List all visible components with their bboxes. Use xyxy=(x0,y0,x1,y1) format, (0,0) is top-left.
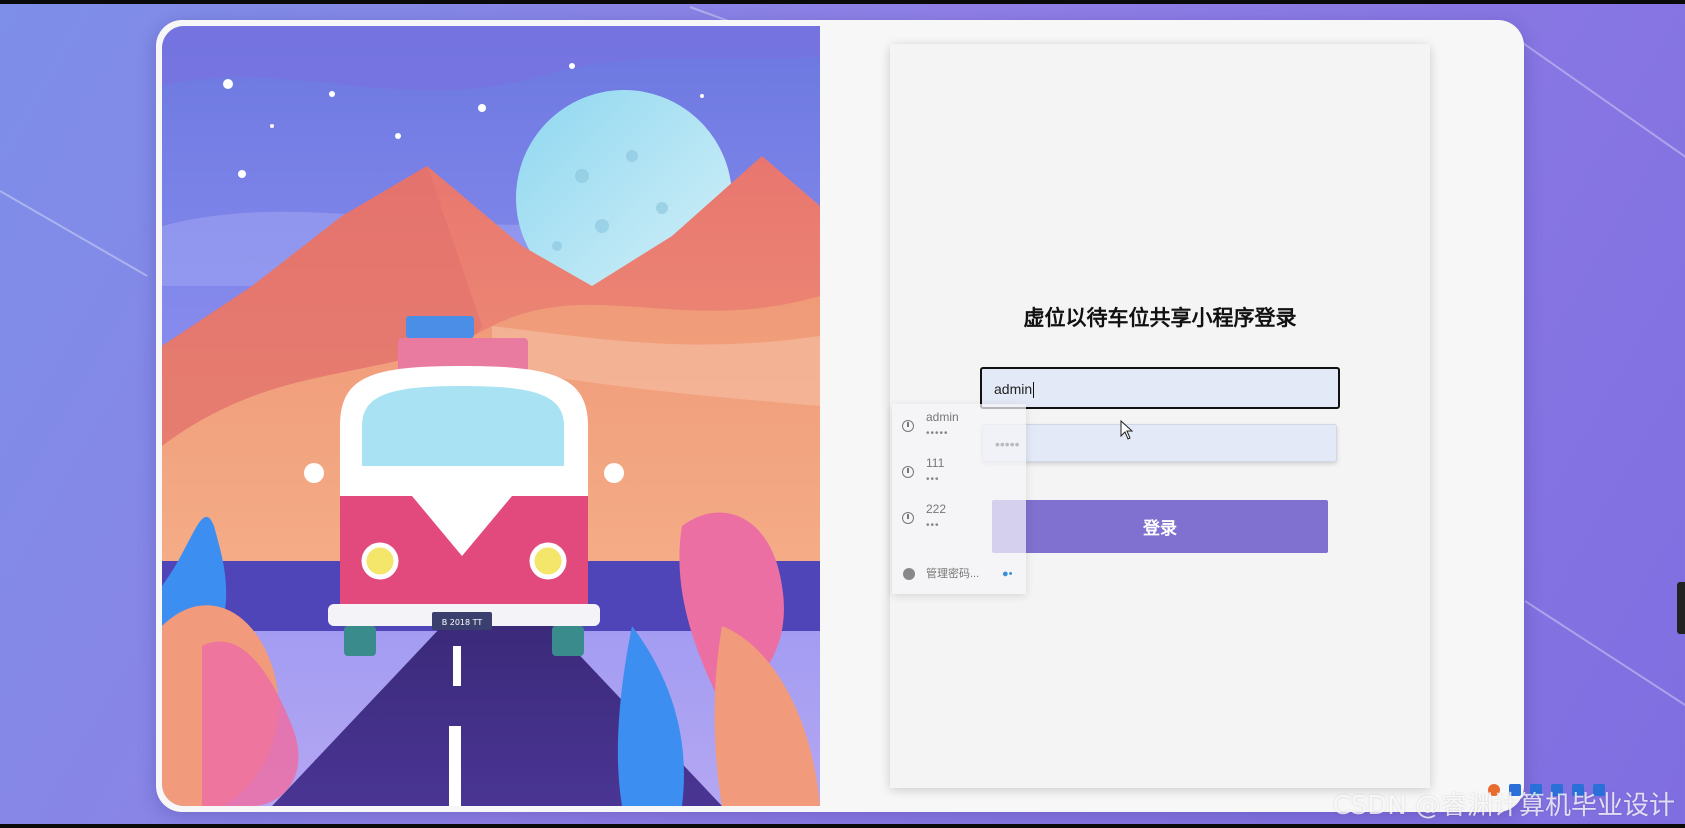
side-scroll-handle[interactable] xyxy=(1677,582,1685,634)
star xyxy=(395,133,401,139)
illustration-svg: B 2018 TT xyxy=(162,26,820,806)
van-plate-text: B 2018 TT xyxy=(442,618,483,627)
van-headlight xyxy=(529,542,567,580)
manage-passwords-icon xyxy=(903,568,915,580)
autofill-item[interactable]: admin ••••• xyxy=(892,404,1026,452)
autofill-password: ••• xyxy=(926,520,940,531)
illustration-van-night-road: B 2018 TT xyxy=(162,26,820,806)
top-screen-edge xyxy=(0,0,1685,4)
autofill-username: admin xyxy=(926,410,959,424)
password-input[interactable]: ••••• xyxy=(982,424,1337,462)
page-title: 虚位以待车位共享小程序登录 xyxy=(1023,306,1297,330)
van-mirror xyxy=(604,463,624,483)
bottom-screen-edge xyxy=(0,824,1685,828)
star xyxy=(223,79,233,89)
road-marking xyxy=(449,726,461,806)
background-stripe xyxy=(1524,600,1685,711)
moon-crater xyxy=(575,169,589,183)
star xyxy=(478,104,486,112)
autofill-item[interactable]: 111 ••• xyxy=(892,450,1026,498)
saved-login-icon xyxy=(902,512,914,524)
username-value: admin xyxy=(994,381,1033,397)
login-card: B 2018 TT 虚位以待车位共享小程序登录 admin ••••• 登录 xyxy=(156,20,1524,812)
van-headlight xyxy=(361,542,399,580)
password-autofill-dropdown: admin ••••• 111 ••• 222 ••• 管理密码... ●• xyxy=(892,404,1026,594)
login-button[interactable]: 登录 xyxy=(992,500,1328,553)
moon-crater xyxy=(552,241,562,251)
text-caret xyxy=(1033,382,1035,399)
background-stripe xyxy=(0,190,148,277)
moon-crater xyxy=(626,150,638,162)
star xyxy=(238,170,246,178)
saved-login-icon xyxy=(902,466,914,478)
saved-login-icon xyxy=(902,420,914,432)
moon-crater xyxy=(656,202,668,214)
watermark: CSDN @睿渊计算机毕业设计 xyxy=(1332,791,1675,821)
road-marking xyxy=(453,646,461,686)
autofill-password: ••••• xyxy=(926,428,949,439)
star xyxy=(569,63,575,69)
star xyxy=(329,91,335,97)
van-roof-box xyxy=(406,316,474,338)
username-input[interactable]: admin xyxy=(980,367,1340,409)
van-mirror xyxy=(304,463,324,483)
key-icon: ●• xyxy=(1002,568,1013,580)
van-wheel xyxy=(344,626,376,656)
autofill-item[interactable]: 222 ••• xyxy=(892,496,1026,544)
autofill-password: ••• xyxy=(926,474,940,485)
moon-crater xyxy=(595,219,609,233)
star xyxy=(270,124,274,128)
autofill-username: 111 xyxy=(926,456,945,470)
background-stripe xyxy=(1519,40,1685,169)
manage-passwords-link[interactable]: 管理密码... xyxy=(926,565,979,581)
mouse-cursor-icon xyxy=(1120,420,1134,440)
van-windshield xyxy=(362,386,564,466)
autofill-username: 222 xyxy=(926,502,947,516)
star xyxy=(700,94,704,98)
van-wheel xyxy=(552,626,584,656)
